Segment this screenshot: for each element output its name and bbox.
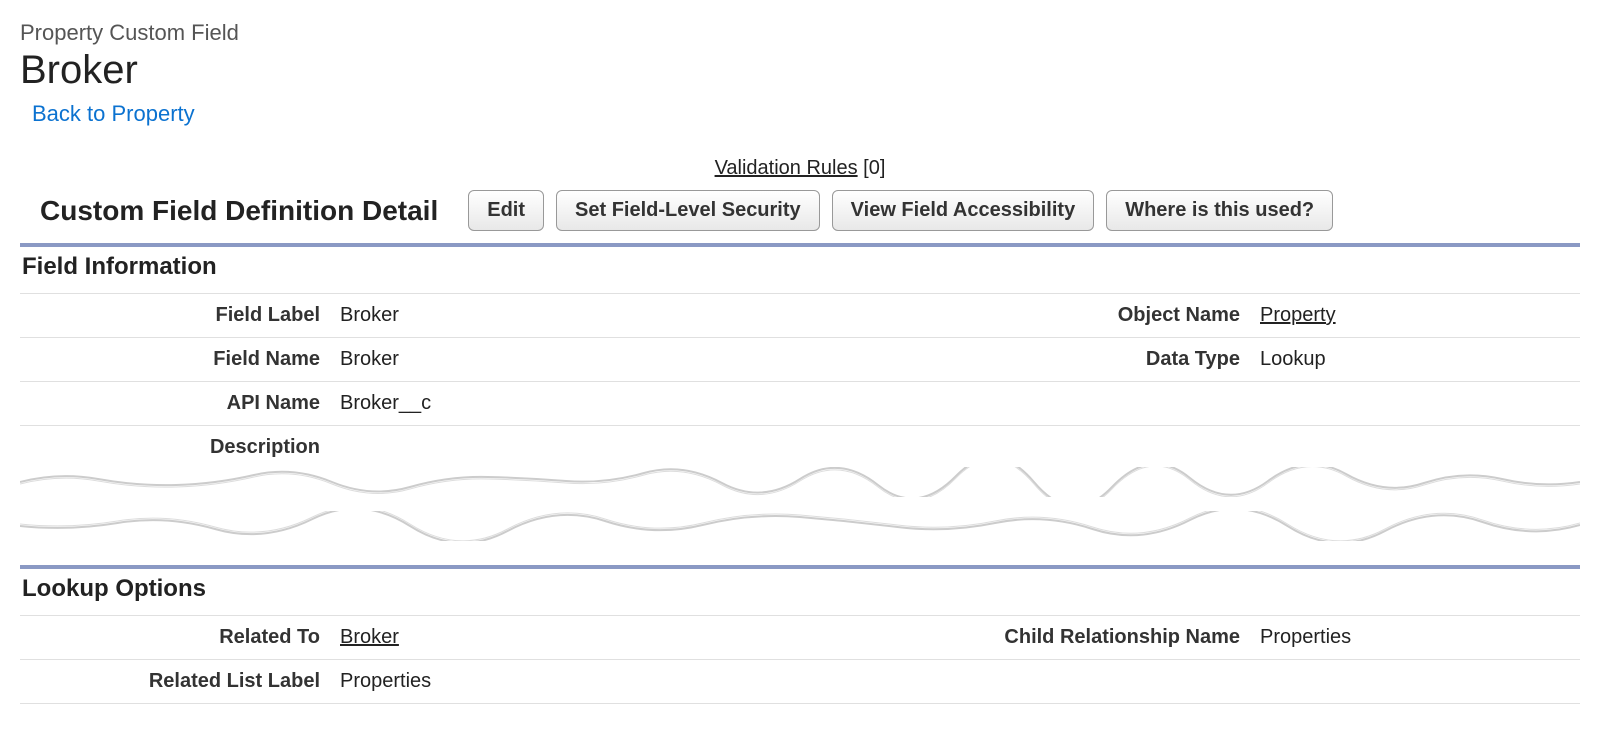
lookup-options-section-title: Lookup Options	[20, 575, 1580, 603]
page-title: Broker	[20, 48, 1580, 93]
field-information-table: Field Label Broker Object Name Property …	[20, 293, 1580, 469]
child-relationship-name-label: Child Relationship Name	[910, 616, 1260, 660]
validation-rules-anchor[interactable]: Validation Rules [0]	[715, 157, 886, 179]
api-name-value: Broker__c	[340, 382, 980, 426]
torn-edge-icon	[20, 511, 1580, 541]
page-header: Property Custom Field Broker Back to Pro…	[20, 20, 1580, 147]
back-to-property-link[interactable]: Back to Property	[32, 101, 195, 127]
view-field-accessibility-button[interactable]: View Field Accessibility	[832, 190, 1095, 231]
table-row: Field Label Broker Object Name Property	[20, 294, 1580, 338]
validation-rules-label: Validation Rules	[715, 157, 858, 179]
table-row: Field Name Broker Data Type Lookup	[20, 338, 1580, 382]
data-type-label: Data Type	[980, 338, 1260, 382]
set-field-level-security-button[interactable]: Set Field-Level Security	[556, 190, 820, 231]
page-subtitle: Property Custom Field	[20, 20, 1580, 46]
related-to-link[interactable]: Broker	[340, 626, 399, 648]
lookup-options-table: Related To Broker Child Relationship Nam…	[20, 615, 1580, 704]
detail-header-row: Custom Field Definition Detail Edit Set …	[20, 190, 1580, 231]
api-name-label: API Name	[20, 382, 340, 426]
related-list-label-label: Related List Label	[20, 660, 340, 704]
field-label-label: Field Label	[20, 294, 340, 338]
field-name-value: Broker	[340, 338, 980, 382]
section-divider	[20, 243, 1580, 247]
related-to-label: Related To	[20, 616, 340, 660]
validation-rules-count: [0]	[863, 157, 885, 179]
section-divider	[20, 565, 1580, 569]
object-name-value: Property	[1260, 294, 1580, 338]
torn-edge-icon	[20, 467, 1580, 497]
field-label-value: Broker	[340, 294, 980, 338]
edit-button[interactable]: Edit	[468, 190, 544, 231]
detail-header-title: Custom Field Definition Detail	[40, 195, 438, 227]
related-list-label-value: Properties	[340, 660, 910, 704]
related-to-value: Broker	[340, 616, 910, 660]
field-information-section-title: Field Information	[20, 253, 1580, 281]
torn-paper-break	[20, 459, 1580, 559]
table-row: Related List Label Properties	[20, 660, 1580, 704]
child-relationship-name-value: Properties	[1260, 616, 1580, 660]
data-type-value: Lookup	[1260, 338, 1580, 382]
anchor-links: Validation Rules [0]	[20, 157, 1580, 180]
table-row: Related To Broker Child Relationship Nam…	[20, 616, 1580, 660]
object-name-link[interactable]: Property	[1260, 304, 1336, 326]
button-row: Edit Set Field-Level Security View Field…	[468, 190, 1333, 231]
where-is-this-used-button[interactable]: Where is this used?	[1106, 190, 1333, 231]
field-name-label: Field Name	[20, 338, 340, 382]
table-row: API Name Broker__c	[20, 382, 1580, 426]
object-name-label: Object Name	[980, 294, 1260, 338]
